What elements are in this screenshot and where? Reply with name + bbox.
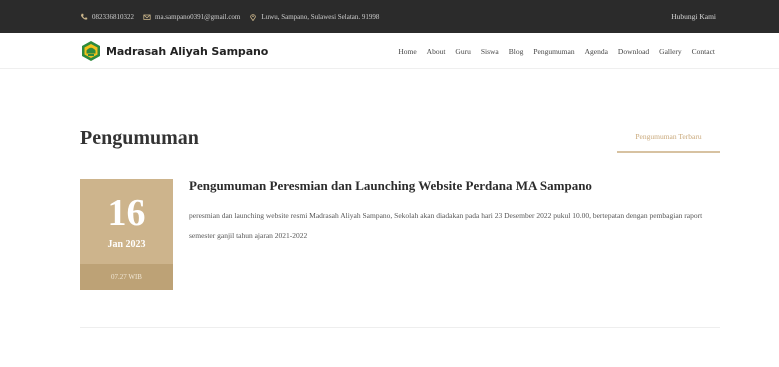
phone-item: 082336810322 (80, 13, 134, 21)
contact-us-link[interactable]: Hubungi Kami (671, 0, 716, 33)
phone-text: 082336810322 (92, 12, 134, 21)
announcement-body: peresmian dan launching website resmi Ma… (189, 211, 703, 240)
envelope-icon (143, 14, 151, 20)
section-divider (80, 327, 720, 328)
nav-item-contact[interactable]: Contact (692, 47, 715, 56)
date-month-year: Jan 2023 (107, 239, 146, 250)
brand[interactable]: Madrasah Aliyah Sampano (80, 38, 268, 64)
phone-icon (80, 13, 88, 20)
latest-announcements-tab[interactable]: Pengumuman Terbaru (617, 132, 720, 141)
brand-name: Madrasah Aliyah Sampano (106, 44, 269, 58)
nav-item-pengumuman[interactable]: Pengumuman (533, 47, 574, 56)
main-navbar: Madrasah Aliyah Sampano Home About Guru … (0, 33, 779, 69)
date-card: 16 Jan 2023 07.27 WIB (80, 179, 173, 290)
announcement-title[interactable]: Pengumuman Peresmian dan Launching Websi… (189, 178, 592, 194)
date-day: 16 (107, 192, 146, 234)
email-item: ma.sampano0391@gmail.com (143, 13, 240, 21)
contact-info: 082336810322 ma.sampano0391@gmail.com Lu… (80, 0, 388, 33)
email-text: ma.sampano0391@gmail.com (155, 12, 241, 21)
school-logo-icon (82, 41, 100, 61)
tab-underline (617, 151, 720, 153)
nav-item-blog[interactable]: Blog (509, 47, 524, 56)
nav-item-siswa[interactable]: Siswa (481, 47, 499, 56)
nav-item-about[interactable]: About (427, 47, 446, 56)
map-pin-icon (250, 13, 257, 21)
address-text: Luwu, Sampano, Sulawesi Selatan. 91998 (261, 12, 380, 21)
address-item: Luwu, Sampano, Sulawesi Selatan. 91998 (249, 13, 379, 21)
date-time: 07.27 WIB (80, 264, 173, 290)
nav-item-gallery[interactable]: Gallery (659, 47, 682, 56)
nav-item-download[interactable]: Download (618, 47, 649, 56)
page-title: Pengumuman (80, 127, 199, 149)
nav-menu: Home About Guru Siswa Blog Pengumuman Ag… (388, 33, 715, 69)
nav-item-home[interactable]: Home (398, 47, 416, 56)
nav-item-agenda[interactable]: Agenda (585, 47, 608, 56)
nav-item-guru[interactable]: Guru (455, 47, 470, 56)
top-bar: 082336810322 ma.sampano0391@gmail.com Lu… (0, 0, 779, 33)
